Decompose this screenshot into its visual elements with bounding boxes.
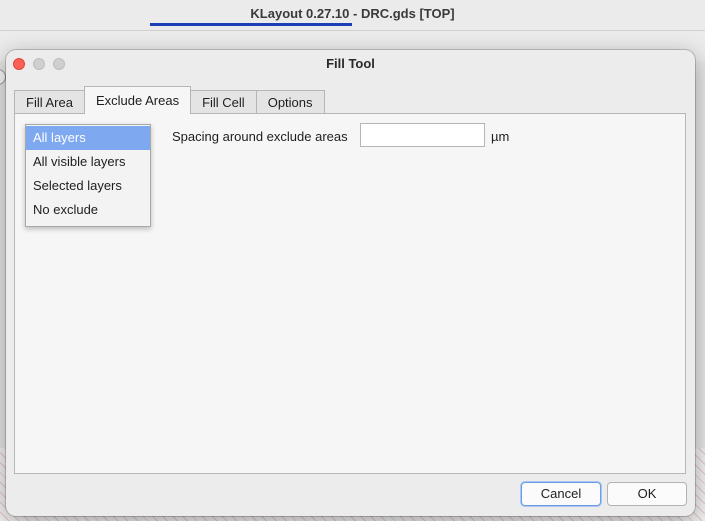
tab-bar: Fill Area Exclude Areas Fill Cell Option…: [14, 86, 325, 114]
exclude-layers-dropdown[interactable]: All layers All visible layers Selected l…: [25, 124, 151, 227]
main-window-titlebar: KLayout 0.27.10 - DRC.gds [TOP]: [0, 0, 705, 31]
tab-options[interactable]: Options: [255, 90, 325, 114]
dropdown-option-no-exclude[interactable]: No exclude: [26, 198, 150, 222]
dialog-titlebar[interactable]: Fill Tool: [6, 50, 695, 77]
fill-tool-dialog: Fill Tool Fill Area Exclude Areas Fill C…: [6, 50, 695, 516]
dropdown-option-all-visible-layers[interactable]: All visible layers: [26, 150, 150, 174]
spacing-input[interactable]: [360, 123, 485, 147]
spacing-label: Spacing around exclude areas: [172, 129, 348, 144]
tab-exclude-areas[interactable]: Exclude Areas: [83, 86, 192, 114]
exclude-areas-panel: All layers All visible layers Selected l…: [14, 113, 686, 474]
tab-fill-cell[interactable]: Fill Cell: [190, 90, 257, 114]
dropdown-option-selected-layers[interactable]: Selected layers: [26, 174, 150, 198]
main-window-title: KLayout 0.27.10 - DRC.gds [TOP]: [250, 6, 455, 21]
title-underline: [150, 23, 352, 26]
dropdown-option-all-layers[interactable]: All layers: [26, 126, 150, 150]
ok-button[interactable]: OK: [607, 482, 687, 506]
spacing-unit-label: µm: [491, 129, 510, 144]
tab-fill-area[interactable]: Fill Area: [14, 90, 85, 114]
cancel-button[interactable]: Cancel: [521, 482, 601, 506]
dialog-title: Fill Tool: [326, 56, 375, 71]
